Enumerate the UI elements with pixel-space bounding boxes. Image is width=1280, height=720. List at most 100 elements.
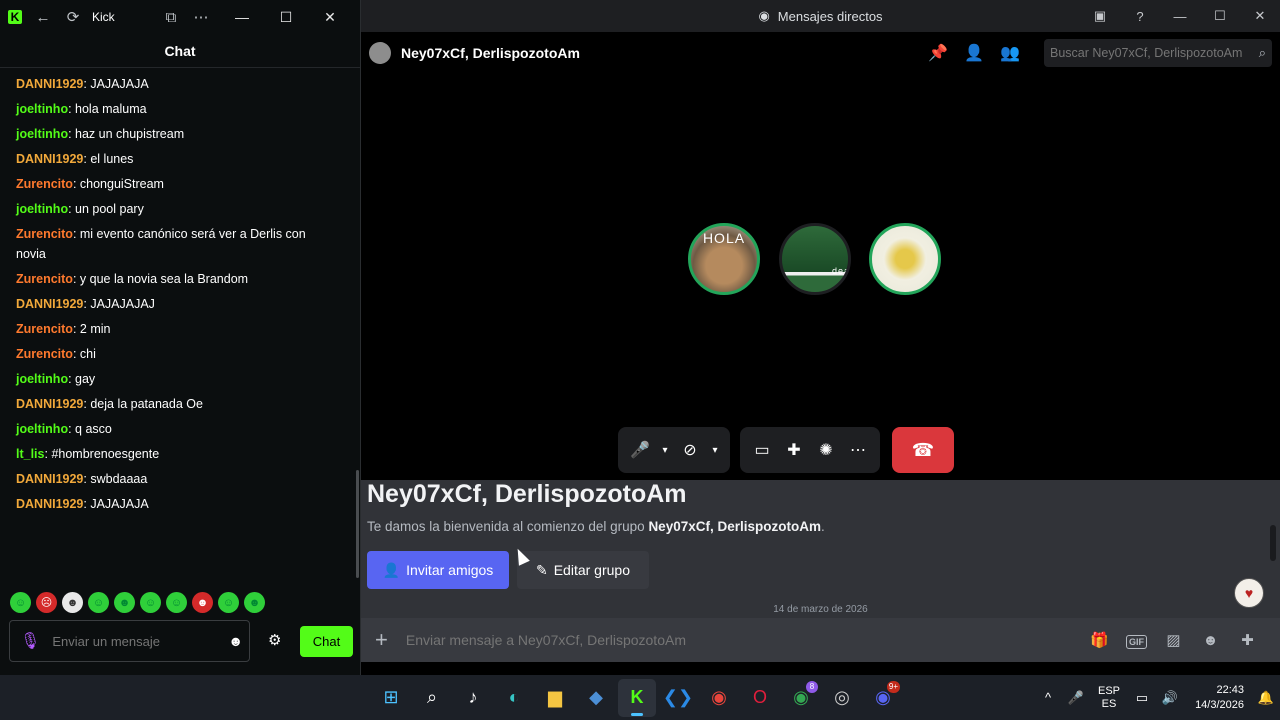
more-options-icon[interactable]: ⋯ bbox=[190, 6, 212, 28]
chat-username[interactable]: joeltinho bbox=[16, 102, 68, 116]
microphone-icon[interactable]: 🎤 bbox=[624, 434, 656, 466]
message-input[interactable] bbox=[405, 632, 1081, 648]
search-bar[interactable]: ⌕ bbox=[1044, 39, 1272, 67]
participant-avatar[interactable] bbox=[869, 223, 941, 295]
chat-username[interactable]: joeltinho bbox=[16, 372, 68, 386]
chat-username[interactable]: DANNI1929 bbox=[16, 152, 83, 166]
clock[interactable]: 22:43 14/3/2026 bbox=[1184, 683, 1244, 713]
volume-icon[interactable]: 🔊 bbox=[1156, 690, 1184, 706]
plus-icon[interactable]: + bbox=[375, 627, 388, 653]
soundboard-icon[interactable]: ✺ bbox=[810, 434, 842, 466]
more-options-icon[interactable]: ⋯ bbox=[842, 434, 874, 466]
chat-input-box[interactable]: 🎙 ☻ bbox=[9, 620, 250, 662]
python-icon[interactable]: ◆ bbox=[577, 679, 615, 717]
emote-icon[interactable]: ☻ bbox=[114, 592, 135, 613]
discord-app-icon[interactable]: ◉ 9+ bbox=[864, 679, 902, 717]
chevron-down-icon[interactable]: ▾ bbox=[706, 434, 724, 466]
chat-username[interactable]: DANNI1929 bbox=[16, 297, 83, 311]
chat-username[interactable]: joeltinho bbox=[16, 127, 68, 141]
edit-group-button[interactable]: ✎ Editar grupo bbox=[517, 551, 649, 589]
chat-username[interactable]: lt_lis bbox=[16, 447, 45, 461]
participant-avatar[interactable]: dea bbox=[779, 223, 851, 295]
inbox-icon[interactable]: ▣ bbox=[1080, 8, 1120, 24]
chat-username[interactable]: Zurencito bbox=[16, 347, 73, 361]
notifications-bell-icon[interactable]: 🔔 bbox=[1252, 690, 1280, 706]
opera-icon[interactable]: O bbox=[741, 679, 779, 717]
emoji-icon[interactable]: ☻ bbox=[1192, 632, 1229, 649]
chevron-down-icon[interactable]: ▾ bbox=[656, 434, 674, 466]
disconnect-call-button[interactable]: ☎ bbox=[892, 427, 954, 473]
chat-username[interactable]: Zurencito bbox=[16, 272, 73, 286]
chat-username[interactable]: Zurencito bbox=[16, 177, 73, 191]
emote-icon[interactable]: ☻ bbox=[192, 592, 213, 613]
chat-scrollbar[interactable] bbox=[356, 470, 359, 578]
apps-icon[interactable]: ✚ bbox=[1229, 631, 1266, 649]
emote-icon[interactable]: ☻ bbox=[62, 592, 83, 613]
minimize-button[interactable]: — bbox=[220, 9, 264, 25]
file-explorer-icon[interactable]: ▆ bbox=[536, 679, 574, 717]
edge-icon[interactable]: ◐ bbox=[495, 679, 533, 717]
refresh-icon[interactable]: ⟳ bbox=[62, 6, 84, 28]
chevron-up-icon[interactable]: ^ bbox=[1034, 690, 1062, 705]
emote-icon[interactable]: ☺ bbox=[218, 592, 239, 613]
kick-app-icon[interactable]: K bbox=[618, 678, 656, 717]
search-icon: ⌕ bbox=[1258, 45, 1266, 60]
invite-friends-button[interactable]: 👤 Invitar amigos bbox=[367, 551, 509, 589]
popout-icon[interactable]: ⧉ bbox=[160, 6, 182, 28]
chrome-profile-icon[interactable]: ◉ 8 bbox=[782, 679, 820, 717]
camera-off-icon[interactable]: ⊘ bbox=[674, 434, 706, 466]
chat-username[interactable]: DANNI1929 bbox=[16, 77, 83, 91]
emote-icon[interactable]: ☺ bbox=[88, 592, 109, 613]
kick-app-title: Kick bbox=[92, 10, 115, 24]
screen-share-icon[interactable]: ▭ bbox=[746, 434, 778, 466]
add-friends-icon[interactable]: 👤 bbox=[956, 43, 992, 63]
chat-username[interactable]: Zurencito bbox=[16, 322, 73, 336]
pin-icon[interactable]: 📌 bbox=[920, 43, 956, 63]
chat-message: joeltinho: hola maluma bbox=[16, 99, 334, 119]
obs-icon[interactable]: ◎ bbox=[823, 679, 861, 717]
emote-icon[interactable]: ☺ bbox=[140, 592, 161, 613]
search-input[interactable] bbox=[1050, 46, 1259, 60]
close-button[interactable]: ✕ bbox=[1240, 8, 1280, 24]
date-divider: 14 de marzo de 2026 bbox=[773, 604, 868, 615]
maximize-button[interactable]: ☐ bbox=[1200, 8, 1240, 24]
message-scrollbar[interactable] bbox=[1270, 525, 1276, 561]
search-icon[interactable]: ⌕ bbox=[413, 679, 451, 717]
start-windows-icon[interactable]: ⊞ bbox=[372, 679, 410, 717]
activities-icon[interactable]: ✚ bbox=[778, 434, 810, 466]
minimize-button[interactable]: — bbox=[1160, 9, 1200, 24]
emote-icon[interactable]: ☺ bbox=[166, 592, 187, 613]
chrome-icon[interactable]: ◉ bbox=[700, 679, 738, 717]
microphone-icon[interactable]: 🎤 bbox=[1062, 690, 1090, 706]
emote-icon[interactable]: ☹ bbox=[36, 592, 57, 613]
chat-message: DANNI1929: swbdaaaa bbox=[16, 469, 334, 489]
microphone-icon[interactable]: 🎙 bbox=[20, 631, 40, 651]
help-icon[interactable]: ? bbox=[1120, 9, 1160, 24]
back-arrow-icon[interactable]: ← bbox=[32, 6, 54, 28]
chat-username[interactable]: DANNI1929 bbox=[16, 472, 83, 486]
members-icon[interactable]: 👥 bbox=[992, 43, 1028, 63]
chat-settings-gear-icon[interactable]: ⚙ bbox=[268, 631, 281, 649]
tiktok-icon[interactable]: ♪ bbox=[454, 679, 492, 717]
maximize-button[interactable]: ☐ bbox=[264, 9, 308, 26]
chat-username[interactable]: joeltinho bbox=[16, 202, 68, 216]
participant-avatar[interactable]: HOLA bbox=[688, 223, 760, 295]
vscode-icon[interactable]: ❮❯ bbox=[659, 679, 697, 717]
chat-username[interactable]: DANNI1929 bbox=[16, 497, 83, 511]
gif-icon[interactable]: GIF bbox=[1118, 632, 1155, 649]
sticker-icon[interactable]: ▨ bbox=[1155, 631, 1192, 649]
network-icon[interactable]: ▭ bbox=[1128, 690, 1156, 706]
emote-icon[interactable]: ☺ bbox=[10, 592, 31, 613]
chat-username[interactable]: DANNI1929 bbox=[16, 397, 83, 411]
close-button[interactable]: ✕ bbox=[308, 9, 352, 26]
emote-icon[interactable]: ☻ bbox=[244, 592, 265, 613]
chat-username[interactable]: Zurencito bbox=[16, 227, 73, 241]
language-indicator[interactable]: ESP ES bbox=[1090, 685, 1128, 711]
user-avatar[interactable]: ♥ bbox=[1234, 578, 1264, 608]
emoji-picker-icon[interactable]: ☻ bbox=[228, 633, 243, 649]
chat-message-input[interactable] bbox=[52, 633, 229, 649]
chat-message: DANNI1929: JAJAJAJA bbox=[16, 494, 334, 514]
chat-username[interactable]: joeltinho bbox=[16, 422, 68, 436]
send-chat-button[interactable]: Chat bbox=[300, 626, 353, 657]
gift-icon[interactable]: 🎁 bbox=[1081, 631, 1118, 649]
